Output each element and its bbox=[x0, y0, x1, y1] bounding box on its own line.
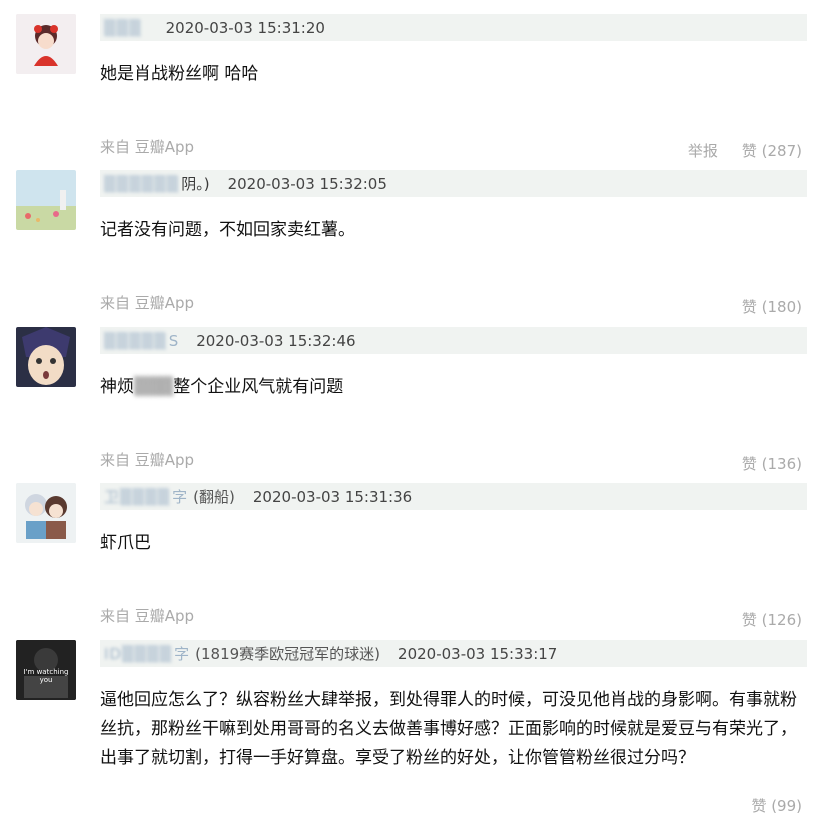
like-button[interactable]: 赞 (136) bbox=[742, 453, 802, 474]
comment-text-pre: 神烦 bbox=[100, 377, 134, 397]
report-button[interactable]: 举报 bbox=[688, 140, 718, 161]
comment-actions: 赞 (136) bbox=[742, 453, 802, 474]
comment-header: ▒▒▒ 2020-03-03 15:31:20 bbox=[100, 14, 807, 41]
avatar[interactable] bbox=[16, 327, 76, 387]
avatar-image-icon bbox=[16, 327, 76, 387]
username[interactable]: ID▒▒▒▒ bbox=[104, 645, 172, 663]
user-tag: (翻船) bbox=[193, 488, 235, 506]
like-button[interactable]: 赞 (99) bbox=[751, 795, 802, 816]
comment-actions: 赞 (126) bbox=[742, 609, 802, 630]
avatar-image-icon bbox=[16, 483, 76, 543]
comment-header: ID▒▒▒▒ 字 (1819赛季欧冠冠军的球迷) 2020-03-03 15:3… bbox=[100, 640, 807, 667]
avatar[interactable]: I'm watching you bbox=[16, 640, 76, 700]
comment-text: 记者没有问题，不如回家卖红薯。 bbox=[100, 220, 355, 240]
avatar[interactable] bbox=[16, 483, 76, 543]
like-button[interactable]: 赞 (126) bbox=[742, 609, 802, 630]
avatar[interactable] bbox=[16, 170, 76, 230]
comment-actions: 赞 (180) bbox=[742, 296, 802, 317]
comment-source: 来自 豆瓣App bbox=[100, 294, 195, 312]
username[interactable]: ▒▒▒ bbox=[104, 19, 142, 37]
avatar-caption: I'm watching you bbox=[23, 668, 69, 684]
comment-text-redacted: ▒▒▒ bbox=[134, 377, 174, 397]
timestamp: 2020-03-03 15:31:20 bbox=[165, 18, 325, 37]
comment-text: 神烦▒▒▒整个企业风气就有问题 bbox=[100, 373, 812, 401]
comment-actions: 举报 赞 (287) bbox=[688, 140, 802, 161]
avatar[interactable] bbox=[16, 14, 76, 74]
comment-header: ▒▒▒▒▒ S 2020-03-03 15:32:46 bbox=[100, 327, 807, 354]
comment-text-post: 整个企业风气就有问题 bbox=[173, 377, 344, 397]
user-tag: (1819赛季欧冠冠军的球迷) bbox=[195, 645, 381, 663]
avatar-image-icon bbox=[16, 170, 76, 230]
username[interactable]: 卫▒▒▒▒ bbox=[104, 486, 170, 507]
timestamp: 2020-03-03 15:32:46 bbox=[196, 331, 356, 350]
username[interactable]: ▒▒▒▒▒ bbox=[104, 332, 167, 350]
timestamp: 2020-03-03 15:31:36 bbox=[252, 487, 413, 506]
like-button[interactable]: 赞 (287) bbox=[742, 140, 802, 161]
comment-text: 她是肖战粉丝啊 哈哈 bbox=[100, 64, 259, 84]
like-button[interactable]: 赞 (180) bbox=[742, 296, 802, 317]
username-tail: S bbox=[168, 331, 179, 350]
comment-text: 逼他回应怎么了？纵容粉丝大肆举报，到处得罪人的时候，可没见他肖战的身影啊。有事就… bbox=[100, 690, 797, 768]
comment-source: 来自 豆瓣App bbox=[100, 607, 195, 625]
username-tail: 字 bbox=[172, 488, 188, 506]
username[interactable]: ▒▒▒▒▒▒ bbox=[104, 175, 179, 193]
comment-source: 来自 豆瓣App bbox=[100, 451, 195, 469]
timestamp: 2020-03-03 15:32:05 bbox=[227, 174, 387, 193]
timestamp: 2020-03-03 15:33:17 bbox=[398, 644, 558, 663]
username-tail: 阴。) bbox=[181, 175, 210, 193]
comment-source: 来自 豆瓣App bbox=[100, 138, 195, 156]
comment-header: ▒▒▒▒▒▒ 阴。) 2020-03-03 15:32:05 bbox=[100, 170, 807, 197]
comment-actions: 赞 (99) bbox=[751, 795, 802, 816]
username-tail: 字 bbox=[174, 645, 190, 663]
comment-text: 虾爪巴 bbox=[100, 533, 151, 553]
avatar-image-icon bbox=[16, 14, 76, 74]
comment-header: 卫▒▒▒▒ 字 (翻船) 2020-03-03 15:31:36 bbox=[100, 483, 807, 510]
